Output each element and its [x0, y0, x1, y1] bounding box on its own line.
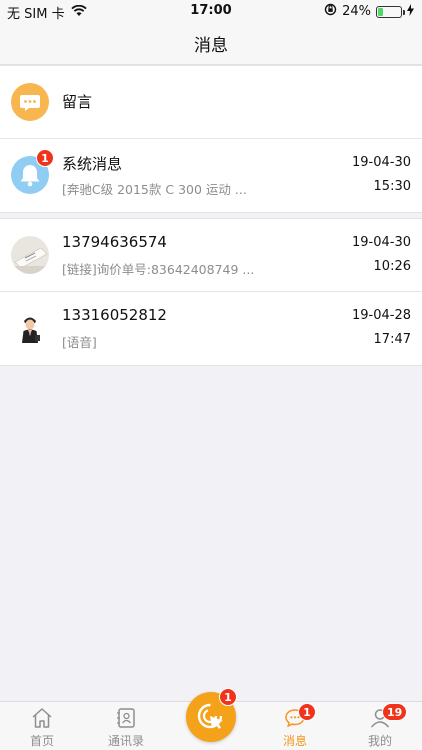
contact-avatar	[11, 236, 49, 274]
center-action-badge: 1	[219, 688, 237, 706]
system-message-avatar: 1	[11, 149, 54, 194]
battery-fill	[378, 7, 383, 16]
tab-messages[interactable]: 1 消息	[253, 702, 337, 750]
system-message-date: 19-04-30	[351, 155, 411, 170]
battery-percent: 24%	[342, 4, 371, 19]
contact-name: 13794636574	[62, 233, 167, 251]
tab-messages-badge: 1	[298, 703, 316, 721]
list-item[interactable]: 13794636574 [链接]询价单号:83642408749 ... 19-…	[0, 219, 422, 292]
battery-icon	[376, 5, 405, 18]
message-board-label: 留言	[62, 93, 93, 111]
contact-name: 13316052812	[62, 306, 167, 324]
page-title: 消息	[194, 36, 228, 56]
charging-icon	[407, 3, 414, 20]
cursor-click-icon	[195, 701, 227, 737]
rotation-lock-icon	[324, 3, 337, 20]
system-message-time: 15:30	[373, 179, 411, 194]
tab-contacts-label: 通讯录	[107, 734, 144, 748]
system-message-badge: 1	[36, 149, 54, 167]
system-message-row[interactable]: 1 系统消息 [奔驰C级 2015款 C 300 运动 ... 19-04-30…	[0, 139, 422, 212]
tab-contacts[interactable]: 通讯录	[84, 702, 168, 750]
contact-date: 19-04-28	[351, 308, 411, 323]
contact-time: 17:47	[373, 332, 411, 347]
tab-profile-badge: 19	[382, 703, 408, 721]
status-bar: 无 SIM 卡 17:00 24%	[0, 0, 422, 22]
contact-time: 10:26	[373, 259, 411, 274]
tab-profile[interactable]: 19 我的	[338, 702, 422, 750]
status-right: 24%	[324, 3, 414, 20]
conversation-list: 13794636574 [链接]询价单号:83642408749 ... 19-…	[0, 218, 422, 366]
contact-date: 19-04-30	[351, 235, 411, 250]
tab-messages-label: 消息	[282, 734, 307, 748]
list-item[interactable]: 13316052812 [语音] 19-04-28 17:47	[0, 292, 422, 365]
nav-bar: 消息	[0, 22, 422, 65]
tab-home-label: 首页	[29, 734, 54, 748]
contact-avatar	[11, 309, 49, 347]
contact-preview: [语音]	[62, 335, 97, 350]
contact-preview: [链接]询价单号:83642408749 ...	[62, 262, 255, 277]
system-message-preview: [奔驰C级 2015款 C 300 运动 ...	[62, 182, 247, 197]
home-icon	[30, 706, 54, 730]
center-action-button[interactable]: 1	[186, 688, 237, 742]
message-board-icon	[11, 83, 49, 121]
message-board-group: 留言 1 系统消息 [奔驰C级 2015款 C 300 运动 ... 19-04…	[0, 65, 422, 213]
message-board-row[interactable]: 留言	[0, 66, 422, 139]
tab-profile-label: 我的	[367, 734, 392, 748]
system-message-title: 系统消息	[62, 155, 123, 173]
tab-home[interactable]: 首页	[0, 702, 84, 750]
contacts-icon	[114, 706, 138, 730]
